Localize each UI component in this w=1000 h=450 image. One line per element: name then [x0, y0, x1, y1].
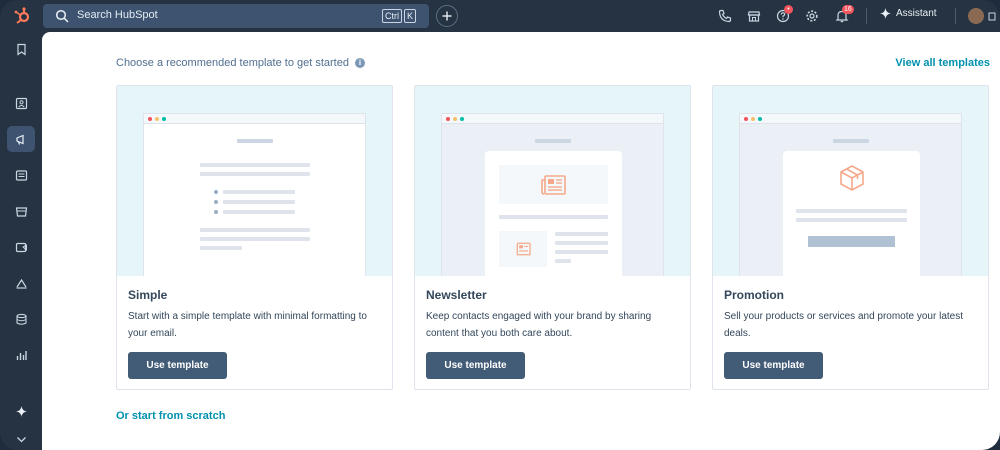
phone-icon[interactable] — [718, 9, 732, 23]
info-icon[interactable]: i — [354, 58, 365, 68]
newspaper-small-icon — [516, 242, 531, 256]
content-icon — [15, 169, 27, 181]
notifications-count-badge: 16 — [842, 5, 854, 14]
template-preview-promotion — [713, 86, 988, 276]
template-description: Start with a simple template with minima… — [128, 311, 367, 339]
main-content: Choose a recommended template to get sta… — [42, 32, 1000, 450]
help-button[interactable]: • — [776, 5, 793, 28]
assistant-label: Assistant — [896, 8, 937, 19]
topbar-divider — [955, 8, 956, 24]
sidebar-collapse-toggle[interactable] — [7, 426, 35, 450]
create-new-button[interactable] — [436, 5, 458, 27]
preview-window — [143, 113, 366, 276]
use-template-button-promotion[interactable]: Use template — [724, 352, 823, 379]
account-menu-icon[interactable] — [988, 11, 998, 21]
sparkle-icon — [880, 8, 891, 19]
view-all-templates-link[interactable]: View all templates — [895, 57, 990, 69]
use-template-button-newsletter[interactable]: Use template — [426, 352, 525, 379]
sidebar-item-marketing[interactable] — [7, 126, 35, 152]
template-preview-newsletter — [415, 86, 690, 276]
marketing-icon — [15, 134, 24, 145]
help-badge: • — [784, 5, 793, 14]
global-search-bar[interactable]: Search HubSpot Ctrl K — [43, 4, 429, 28]
app-frame: Search HubSpot Ctrl K • 16 Assistant Cho… — [0, 0, 1000, 450]
preview-window — [739, 113, 962, 276]
chevron-down-icon — [16, 436, 26, 442]
breeze-icon — [15, 405, 27, 417]
template-card-newsletter[interactable]: Newsletter Keep contacts engaged with yo… — [414, 85, 691, 390]
user-avatar[interactable] — [968, 8, 984, 24]
sidebar-item-breeze[interactable] — [7, 398, 35, 424]
start-from-scratch-link[interactable]: Or start from scratch — [116, 410, 225, 422]
settings-gear-icon[interactable] — [805, 9, 819, 23]
shortcut-k-key: K — [404, 9, 416, 23]
contacts-icon — [15, 97, 27, 109]
sidebar-item-content[interactable] — [7, 162, 35, 188]
bookmark-icon — [16, 43, 26, 56]
sidebar-item-contacts[interactable] — [7, 90, 35, 116]
sidebar-item-data[interactable] — [7, 306, 35, 332]
automation-icon — [15, 278, 27, 289]
data-icon — [15, 313, 27, 325]
template-title: Promotion — [724, 288, 784, 302]
plus-icon — [442, 11, 452, 21]
assistant-button[interactable]: Assistant — [880, 8, 937, 19]
sidebar-item-reporting[interactable] — [7, 342, 35, 368]
marketplace-icon[interactable] — [747, 9, 761, 23]
commerce-icon — [15, 206, 27, 217]
top-navigation-bar: Search HubSpot Ctrl K • 16 Assistant — [0, 0, 1000, 32]
template-hint-text: Choose a recommended template to get sta… — [116, 57, 349, 69]
template-description: Sell your products or services and promo… — [724, 311, 963, 339]
sidebar-item-commerce[interactable] — [7, 198, 35, 224]
sidebar-item-service[interactable] — [7, 234, 35, 260]
hubspot-logo-icon[interactable] — [12, 6, 32, 26]
template-card-simple[interactable]: Simple Start with a simple template with… — [116, 85, 393, 390]
search-icon — [55, 9, 69, 23]
template-description: Keep contacts engaged with your brand by… — [426, 311, 652, 339]
sidebar-item-automation[interactable] — [7, 270, 35, 296]
preview-window — [441, 113, 664, 276]
template-hint: Choose a recommended template to get sta… — [116, 57, 365, 69]
template-preview-simple — [117, 86, 392, 276]
use-template-button-simple[interactable]: Use template — [128, 352, 227, 379]
service-icon — [15, 242, 27, 252]
notifications-button[interactable]: 16 — [835, 5, 854, 28]
search-placeholder: Search HubSpot — [77, 9, 158, 21]
shortcut-ctrl-key: Ctrl — [382, 9, 402, 23]
package-icon — [840, 165, 864, 191]
newspaper-icon — [540, 174, 566, 195]
template-title: Newsletter — [426, 288, 487, 302]
template-card-promotion[interactable]: Promotion Sell your products or services… — [712, 85, 989, 390]
sidebar-item-bookmarks[interactable] — [7, 36, 35, 62]
template-title: Simple — [128, 288, 168, 302]
left-sidebar — [0, 32, 42, 450]
topbar-divider — [866, 8, 867, 24]
reporting-icon — [16, 350, 27, 360]
